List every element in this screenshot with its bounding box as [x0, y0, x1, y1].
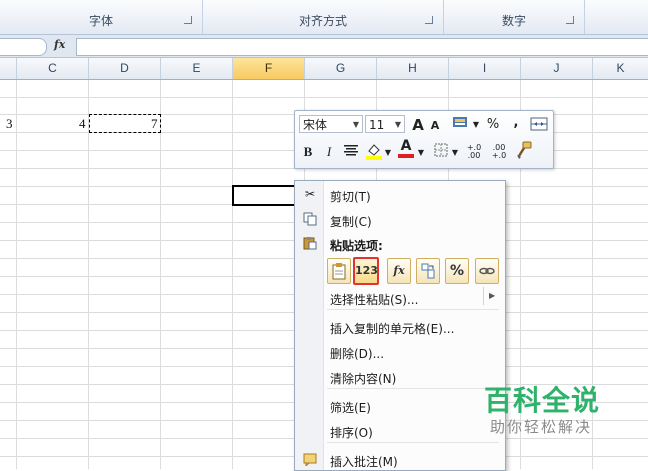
decrease-decimal-button[interactable]: .00 +.0: [488, 144, 510, 162]
menu-item-sort[interactable]: 排序(O): [330, 424, 373, 441]
grid-line: [232, 80, 233, 469]
copy-icon: [303, 212, 317, 226]
paste-options-label: 粘贴选项:: [330, 239, 383, 253]
ribbon: 字体 对齐方式 数字: [0, 0, 648, 35]
alignment-dialog-launcher-icon[interactable]: [425, 16, 433, 24]
menu-item-filter[interactable]: 筛选(E): [330, 399, 371, 416]
menu-item-delete[interactable]: 删除(D)...: [330, 345, 384, 362]
number-dialog-launcher-icon[interactable]: [566, 16, 574, 24]
context-menu: ✂ 剪切(T) 复制(C) 粘贴选项: 123 fx % 选择性粘贴(S)...…: [294, 180, 506, 471]
insert-function-icon[interactable]: fx: [54, 38, 74, 51]
font-size-value: 11: [369, 118, 385, 132]
menu-separator: [327, 309, 499, 310]
column-headers: C D E F G H I J K: [0, 58, 648, 80]
alignment-group-label: 对齐方式: [298, 14, 347, 28]
cell-c-value[interactable]: 4: [79, 116, 86, 132]
font-name-combo[interactable]: 宋体 ▼: [299, 115, 363, 133]
shrink-font-button[interactable]: A: [428, 117, 442, 135]
column-header-edge[interactable]: [0, 58, 17, 79]
format-painter-style-icon[interactable]: [451, 115, 471, 133]
column-header-k[interactable]: K: [593, 58, 648, 79]
chevron-down-icon[interactable]: ▼: [417, 144, 425, 162]
merge-center-icon[interactable]: [530, 116, 548, 134]
paste-button[interactable]: [327, 258, 351, 284]
chevron-down-icon[interactable]: ▼: [472, 116, 480, 134]
font-color-button[interactable]: A: [397, 138, 415, 158]
chevron-down-icon[interactable]: ▼: [353, 116, 359, 134]
paste-transpose-button[interactable]: [416, 258, 440, 284]
comment-icon: [303, 452, 317, 468]
grow-font-button[interactable]: A: [410, 116, 426, 134]
column-header-g[interactable]: G: [305, 58, 377, 79]
watermark-subtitle: 助你轻松解决: [490, 418, 593, 436]
watermark-title: 百科全说: [484, 384, 601, 417]
clipboard-icon: [303, 236, 317, 250]
grid-line: [160, 80, 161, 469]
chevron-right-icon[interactable]: ▶: [489, 291, 495, 300]
menu-item-clear-contents[interactable]: 清除内容(N): [330, 370, 396, 387]
font-size-combo[interactable]: 11 ▼: [365, 115, 405, 133]
menu-item-cut-label: 剪切(T): [330, 190, 371, 204]
paste-link-button[interactable]: [475, 258, 499, 284]
column-header-d[interactable]: D: [89, 58, 161, 79]
menu-separator: [327, 388, 499, 389]
cell-b-value[interactable]: 3: [6, 116, 13, 132]
borders-icon[interactable]: [433, 143, 449, 161]
font-group-label: 字体: [88, 14, 113, 28]
paste-formulas-button[interactable]: fx: [387, 258, 411, 284]
italic-button[interactable]: I: [322, 143, 336, 161]
column-header-e[interactable]: E: [161, 58, 233, 79]
column-header-c[interactable]: C: [17, 58, 89, 79]
menu-item-insert-comment-label: 插入批注(M): [330, 455, 398, 469]
alignment-group: 对齐方式: [203, 0, 444, 34]
chevron-down-icon[interactable]: ▼: [384, 144, 392, 162]
menu-item-paste-special-label: 选择性粘贴(S)...: [330, 293, 419, 307]
fill-color-icon[interactable]: [365, 141, 383, 160]
formula-input[interactable]: [76, 38, 648, 56]
column-header-i[interactable]: I: [449, 58, 521, 79]
scissors-icon: ✂: [304, 187, 316, 201]
align-center-icon[interactable]: [342, 143, 360, 161]
bold-button[interactable]: B: [301, 143, 315, 161]
name-box[interactable]: [0, 38, 47, 56]
menu-item-insert-copied-cells[interactable]: 插入复制的单元格(E)...: [330, 320, 454, 337]
cell-d-value[interactable]: 7: [151, 116, 158, 132]
format-painter-icon[interactable]: [515, 141, 533, 159]
menu-item-copy-label: 复制(C): [330, 215, 372, 229]
column-header-f[interactable]: F: [233, 58, 305, 79]
font-group: 字体: [0, 0, 203, 34]
font-name-value: 宋体: [303, 118, 328, 132]
percent-button[interactable]: %: [485, 116, 501, 134]
increase-decimal-button[interactable]: +.0 .00: [463, 144, 485, 162]
menu-separator: [327, 442, 499, 443]
formula-bar: fx: [0, 35, 648, 58]
grid-line: [88, 80, 89, 469]
grid-line: [0, 97, 648, 98]
mini-toolbar: 宋体 ▼ 11 ▼ A A ▼ % , B I ▼ A ▼ ▼ +.0 .00 …: [294, 110, 554, 169]
font-color-letter: A: [400, 138, 412, 154]
font-color-swatch: [398, 154, 414, 158]
submenu-divider: [483, 287, 484, 305]
column-header-j[interactable]: J: [521, 58, 593, 79]
column-header-h[interactable]: H: [377, 58, 449, 79]
chevron-down-icon[interactable]: ▼: [451, 144, 459, 162]
grid-line: [16, 80, 17, 469]
comma-button[interactable]: ,: [509, 114, 523, 132]
font-dialog-launcher-icon[interactable]: [184, 16, 192, 24]
number-group-label: 数字: [501, 14, 526, 28]
number-group: 数字: [444, 0, 585, 34]
chevron-down-icon[interactable]: ▼: [395, 116, 401, 134]
paste-formatting-button[interactable]: %: [445, 258, 469, 284]
paste-values-button[interactable]: 123: [353, 257, 379, 285]
